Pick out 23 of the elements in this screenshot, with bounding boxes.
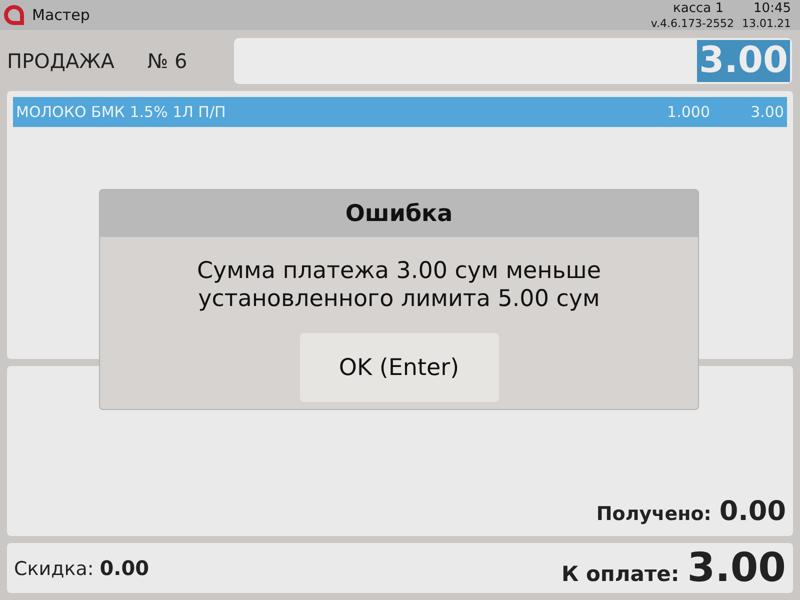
total-label: К оплате: [562,562,680,586]
version-label: v.4.6.173-2552 [650,17,734,30]
error-message: Сумма платежа 3.00 сум меньше установленного лимита 5.00 сум [196,257,602,313]
item-name: МОЛОКО БМК 1.5% 1Л П/П [16,103,227,121]
item-sum: 3.00 [750,103,784,121]
amount-value: 3.00 [697,40,790,82]
received-amount: 0.00 [719,496,786,527]
discount-amount: 0.00 [100,556,150,580]
item-row[interactable]: МОЛОКО БМК 1.5% 1Л П/П 1.000 3.00 [13,97,787,127]
clock-time: 10:45 [754,1,791,17]
sale-title: ПРОДАЖА [7,49,114,73]
total-amount: 3.00 [687,545,786,591]
amount-field[interactable]: 3.00 [234,38,792,84]
app-title: Мастер [32,6,90,24]
date-label: 13.01.21 [742,17,791,30]
discount-label: Скидка: [14,558,94,580]
received-label: Получено: [596,503,712,525]
logo-icon [4,5,24,25]
dialog-title: Ошибка [345,200,453,226]
sale-number: № 6 [147,49,188,73]
ok-button[interactable]: OK (Enter) [300,333,498,402]
item-quantity: 1.000 [666,103,710,121]
register-label: касса 1 [673,1,724,17]
